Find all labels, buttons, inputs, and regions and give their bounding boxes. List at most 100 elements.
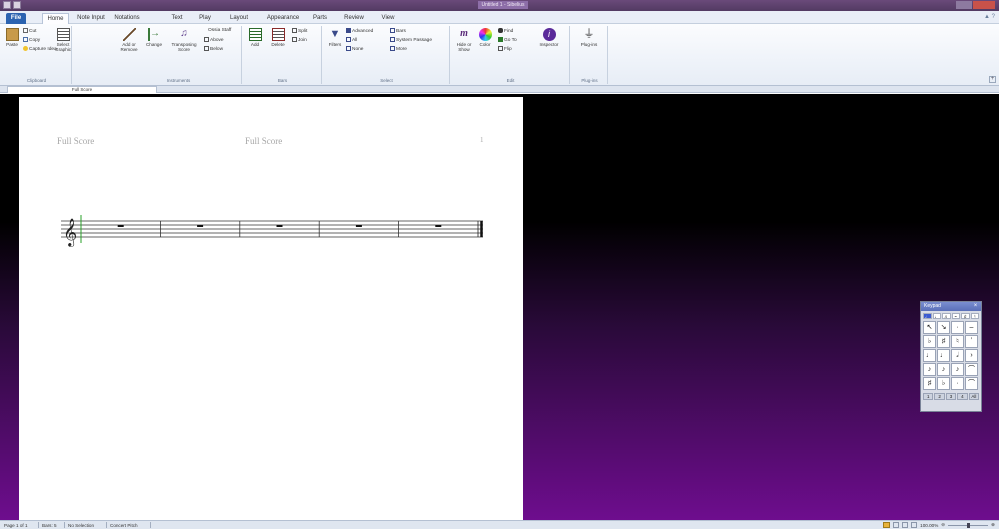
add-remove-instruments-button[interactable]: Add or Remove: [118, 28, 140, 52]
view-mode-icon[interactable]: [911, 522, 918, 528]
keypad-key[interactable]: ♭: [937, 377, 950, 390]
keypad-tab[interactable]: ♬: [942, 313, 951, 319]
find-button[interactable]: Find: [498, 28, 513, 35]
view-mode-icon[interactable]: [902, 522, 909, 528]
staff-system[interactable]: 𝄞: [61, 209, 486, 249]
keypad-layout-button[interactable]: 4: [957, 393, 968, 400]
tab-parts[interactable]: Parts: [312, 13, 328, 24]
keypad-key[interactable]: ♪: [951, 363, 964, 376]
keypad-tab[interactable]: ♮: [970, 313, 979, 319]
select-more-button[interactable]: More: [390, 46, 407, 53]
tab-layout[interactable]: Layout: [228, 13, 250, 24]
keypad-key[interactable]: ›: [965, 349, 978, 362]
go-to-button[interactable]: Go To: [498, 37, 517, 44]
keypad-key[interactable]: ⌒: [965, 377, 978, 390]
keypad-tab[interactable]: ♩: [923, 313, 932, 319]
keypad-close-button[interactable]: ×: [972, 303, 979, 310]
whole-rest[interactable]: [276, 225, 283, 227]
keypad-panel[interactable]: Keypad × ♩ ♩ ♬ 𝄐 ♯ ♮ ↖ ↘ · – ♭ ♯ ♮ ʼ ♩ ♩ 𝅗𝅥 › ♪ ♪ ♪ ⌒ ♯ ♭ · ⌒ 12…: [920, 301, 982, 412]
keypad-key[interactable]: ♯: [937, 335, 950, 348]
keypad-tab[interactable]: ♩: [932, 313, 941, 319]
expand-panel-button[interactable]: +: [989, 76, 996, 83]
keypad-key[interactable]: ·: [951, 321, 964, 334]
whole-rest[interactable]: [435, 225, 442, 227]
tab-review[interactable]: Review: [343, 13, 365, 24]
close-button[interactable]: [973, 1, 995, 9]
cut-button[interactable]: Cut: [23, 28, 36, 35]
keypad-key[interactable]: ♮: [951, 335, 964, 348]
keypad-key[interactable]: ♯: [923, 377, 936, 390]
keypad-key[interactable]: ↘: [937, 321, 950, 334]
whole-rest[interactable]: [197, 225, 204, 227]
keypad-key[interactable]: ⌒: [965, 363, 978, 376]
tab-play[interactable]: Play: [198, 13, 212, 24]
tab-notations[interactable]: Notations: [111, 13, 143, 24]
keypad-key[interactable]: 𝅗𝅥: [951, 349, 964, 362]
zoom-out-icon[interactable]: ⊖: [941, 522, 945, 528]
ossia-staff-button[interactable]: Ossia Staff: [208, 28, 231, 34]
keypad-key[interactable]: ʼ: [965, 335, 978, 348]
whole-rest[interactable]: [355, 225, 362, 227]
delete-bar-button[interactable]: Delete: [268, 28, 288, 47]
keypad-layout-button[interactable]: 1: [923, 393, 934, 400]
keypad-key[interactable]: ♭: [923, 335, 936, 348]
capture-idea-button[interactable]: Capture Idea: [23, 46, 57, 53]
system-passage-button[interactable]: System Passage: [390, 37, 432, 44]
keypad-key[interactable]: ·: [951, 377, 964, 390]
plugins-button[interactable]: ⏚ Plug-ins: [576, 28, 602, 47]
keypad-key[interactable]: ♩: [937, 349, 950, 362]
ossia-below-button[interactable]: Below: [204, 46, 223, 53]
tab-view[interactable]: View: [380, 13, 396, 24]
transposing-score-button[interactable]: ♫ Transposing Score: [169, 28, 199, 52]
zoom-in-icon[interactable]: ⊕: [991, 522, 995, 528]
bars-group: Add Delete Split Join Bars: [244, 26, 322, 84]
select-none-button[interactable]: None: [346, 46, 363, 53]
change-instrument-button[interactable]: → Change: [143, 28, 165, 47]
keypad-layout-button[interactable]: 2: [934, 393, 945, 400]
split-bar-button[interactable]: Split: [292, 28, 307, 35]
keypad-tab[interactable]: 𝄐: [951, 313, 960, 319]
whole-rest[interactable]: [117, 225, 124, 227]
advanced-filter-button[interactable]: Advanced: [346, 28, 373, 35]
keypad-key[interactable]: –: [965, 321, 978, 334]
color-button[interactable]: Color: [476, 28, 494, 47]
app-icon[interactable]: [3, 1, 11, 9]
keypad-key[interactable]: ♪: [937, 363, 950, 376]
view-mode-icon[interactable]: [883, 522, 891, 528]
tab-note-input[interactable]: Note Input: [76, 13, 106, 24]
copy-button[interactable]: Copy: [23, 37, 40, 44]
select-all-button[interactable]: All: [346, 37, 357, 44]
keypad-key[interactable]: ♩: [923, 349, 936, 362]
score-page[interactable]: Full Score Full Score 1 𝄞: [19, 97, 523, 520]
keypad-key[interactable]: ↖: [923, 321, 936, 334]
paste-button[interactable]: Paste: [4, 28, 20, 47]
tab-file[interactable]: File: [6, 13, 26, 24]
tab-text[interactable]: Text: [170, 13, 184, 24]
score-workspace[interactable]: Full Score Full Score 1 𝄞 Keypad × ♩ ♩ ♬ 𝄐 ♯…: [0, 94, 999, 520]
inspector-button[interactable]: i Inspector: [536, 28, 562, 47]
help-icon[interactable]: ▲ ?: [984, 14, 995, 20]
bars-label: Bars: [277, 78, 288, 83]
add-bar-button[interactable]: Add: [246, 28, 264, 47]
status-concert-pitch[interactable]: Concert Pitch: [110, 522, 138, 529]
filters-button[interactable]: ▼ Filters: [326, 28, 344, 47]
ossia-above-button[interactable]: Above: [204, 37, 224, 44]
save-icon[interactable]: [13, 1, 21, 9]
select-graphic-button[interactable]: Select Graphic: [55, 28, 71, 52]
zoom-slider-thumb[interactable]: [967, 522, 971, 528]
keypad-key[interactable]: ♪: [923, 363, 936, 376]
select-bars-button[interactable]: Bars: [390, 28, 406, 35]
keypad-layout-button[interactable]: 3: [945, 393, 957, 400]
zoom-slider[interactable]: [948, 522, 989, 528]
tab-appearance[interactable]: Appearance: [265, 13, 301, 24]
tab-full-score[interactable]: Full Score: [7, 86, 157, 93]
keypad-tab[interactable]: ♯: [961, 313, 970, 319]
keypad-layout-button[interactable]: All: [968, 393, 980, 400]
tab-home[interactable]: Home: [42, 13, 69, 24]
minimize-button[interactable]: [956, 1, 972, 9]
flip-button[interactable]: Flip: [498, 46, 512, 53]
view-mode-icon[interactable]: [893, 522, 900, 528]
hide-show-button[interactable]: m Hide or Show: [454, 28, 474, 52]
keypad-title-bar[interactable]: Keypad ×: [921, 302, 981, 311]
join-bar-button[interactable]: Join: [292, 37, 307, 44]
